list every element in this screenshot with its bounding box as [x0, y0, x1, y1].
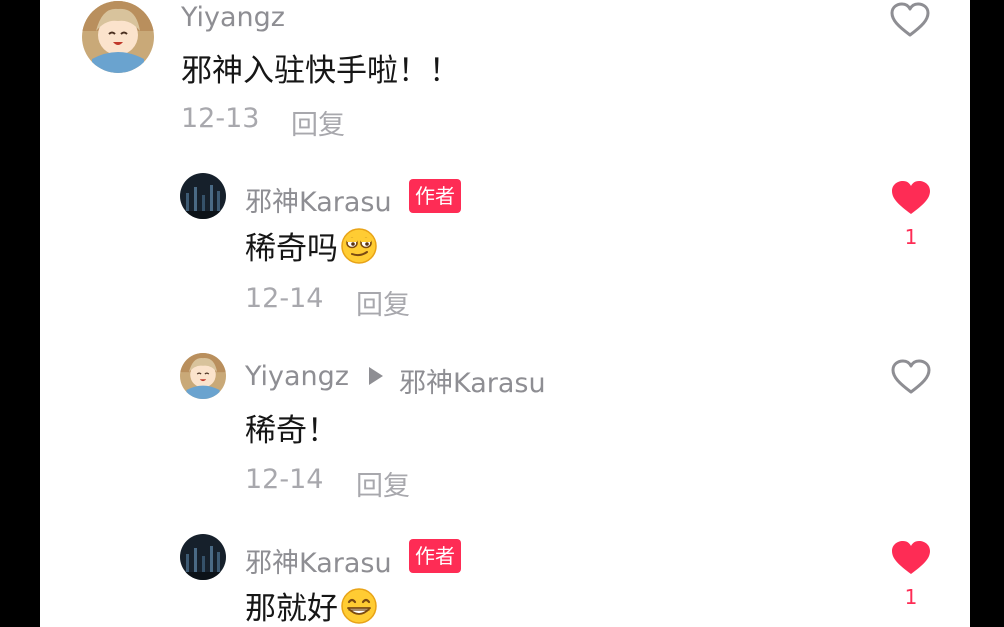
- smirk-emoji-icon: [340, 227, 378, 265]
- comment-date: 12-14: [245, 283, 324, 314]
- reply-button[interactable]: 回复: [291, 103, 345, 142]
- comment-text: 稀奇吗: [245, 223, 378, 268]
- grin-emoji-icon: [340, 587, 378, 625]
- reply-button[interactable]: 回复: [356, 283, 410, 322]
- reply-to-username[interactable]: 邪神Karasu: [399, 361, 546, 400]
- comment-text-content: 稀奇吗: [245, 231, 338, 267]
- anime-girl-avatar[interactable]: [82, 1, 154, 73]
- heart-filled-icon[interactable]: [891, 540, 931, 576]
- comment-text: 那就好: [245, 583, 378, 627]
- author-badge: 作者: [409, 179, 461, 213]
- heart-outline-icon[interactable]: [891, 359, 931, 395]
- heart-filled-icon[interactable]: [891, 180, 931, 216]
- dark-night-avatar[interactable]: [180, 534, 226, 580]
- dark-night-avatar[interactable]: [180, 173, 226, 219]
- comment-text-content: 那就好: [245, 591, 338, 627]
- comment-username[interactable]: 邪神Karasu: [245, 541, 392, 580]
- reply-button[interactable]: 回复: [356, 464, 410, 503]
- anime-girl-avatar[interactable]: [180, 353, 226, 399]
- comment-username[interactable]: Yiyangz: [181, 2, 285, 33]
- comment-username[interactable]: 邪神Karasu: [245, 180, 392, 219]
- comment-date: 12-13: [181, 103, 260, 134]
- heart-outline-icon[interactable]: [890, 2, 930, 38]
- author-badge: 作者: [409, 539, 461, 573]
- comment-text: 邪神入驻快手啦！！: [181, 53, 460, 89]
- like-count: 1: [904, 225, 918, 249]
- like-count: 1: [904, 585, 918, 609]
- comment-text: 稀奇！: [245, 413, 338, 449]
- reply-arrow-icon: [369, 367, 383, 385]
- comment-username[interactable]: Yiyangz: [245, 361, 349, 392]
- comment-date: 12-14: [245, 464, 324, 495]
- comment-panel: Yiyangz 邪神入驻快手啦！！ 12-13 回复 邪神Karasu 作者 稀…: [40, 0, 970, 627]
